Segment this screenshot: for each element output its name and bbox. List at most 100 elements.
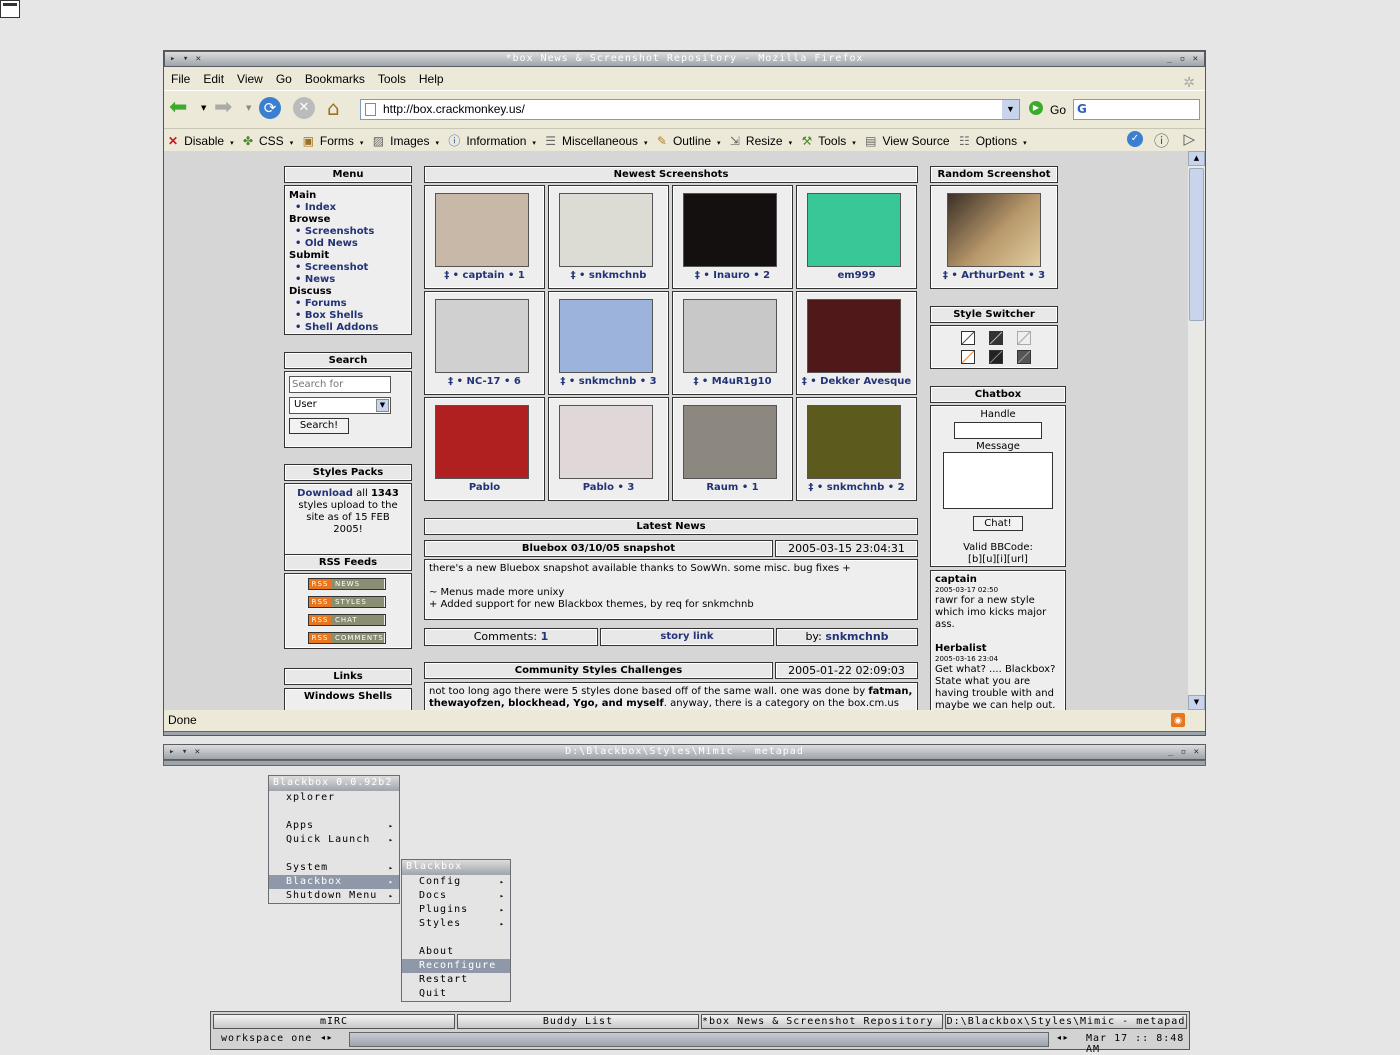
search-type-select[interactable]: User ▼ — [289, 397, 391, 414]
menu-bookmarks[interactable]: Bookmarks — [298, 68, 371, 86]
back-dropdown-icon[interactable]: ▼ — [201, 104, 206, 112]
styles-download-link[interactable]: Download — [297, 488, 353, 499]
screenshot-thumbnail[interactable]: ‡ • M4uR1g10 — [672, 291, 793, 395]
screenshot-caption[interactable]: Pablo • 3 — [549, 482, 668, 493]
root-menu-item[interactable]: Apps ▸ — [269, 819, 399, 833]
workspace-arrows-icon[interactable]: ◂ ▸ — [321, 1033, 332, 1042]
screenshot-image[interactable] — [683, 405, 777, 479]
menu-edit[interactable]: Edit — [196, 68, 230, 86]
rss-chat-button[interactable]: RSS CHAT — [308, 614, 386, 626]
menu-link-old-news[interactable]: • Old News — [289, 238, 407, 250]
blackbox-submenu-item[interactable]: About — [402, 945, 510, 959]
scroll-thumb[interactable] — [1189, 168, 1204, 321]
menu-help[interactable]: Help — [412, 68, 450, 86]
rss-news-button[interactable]: RSS NEWS — [308, 578, 386, 590]
firefox-bottom-handle[interactable] — [164, 731, 1205, 735]
vertical-scrollbar[interactable]: ▲ ▼ — [1188, 151, 1205, 710]
forward-arrow-icon[interactable]: ➡ — [214, 97, 232, 119]
menu-link-box-shells[interactable]: • Box Shells — [289, 310, 407, 322]
menu-tools[interactable]: Tools — [371, 68, 412, 86]
scroll-up-icon[interactable]: ▲ — [1188, 151, 1205, 166]
screenshot-thumbnail[interactable]: em999 — [796, 185, 917, 289]
screenshot-image[interactable] — [435, 405, 529, 479]
style-dark-swatch[interactable] — [989, 331, 1003, 345]
screenshot-caption[interactable]: em999 — [797, 270, 916, 281]
stop-icon[interactable]: ✕ — [293, 97, 315, 119]
message-textarea[interactable] — [943, 452, 1053, 509]
screenshot-caption[interactable]: ‡ • Inauro • 2 — [673, 270, 792, 281]
rss-comments-button[interactable]: RSS COMMENTS — [308, 632, 386, 644]
task-button-metapad[interactable]: D:\Blackbox\Styles\Mimic - metapad — [945, 1014, 1187, 1029]
screenshot-thumbnail[interactable]: ‡ • captain • 1 — [424, 185, 545, 289]
blackbox-submenu-item[interactable]: Config ▸ — [402, 875, 510, 889]
screenshot-image[interactable] — [435, 299, 529, 373]
random-screenshot-caption[interactable]: ‡ • ArthurDent • 3 — [931, 270, 1057, 281]
screenshot-thumbnail[interactable]: ‡ • NC-17 • 6 — [424, 291, 545, 395]
story-link[interactable]: story link — [660, 631, 713, 642]
wd-miscellaneous[interactable]: Miscellaneous — [558, 131, 640, 148]
style-light-swatch[interactable] — [961, 331, 975, 345]
screenshot-thumbnail[interactable]: ‡ • snkmchnb • 3 — [548, 291, 669, 395]
metapad-controls[interactable]: _ ▫ ✕ — [1168, 745, 1200, 759]
menu-link-index[interactable]: • Index — [289, 202, 407, 214]
root-menu-item[interactable]: Shutdown Menu ▸ — [269, 889, 399, 903]
blackbox-submenu-item[interactable]: Docs ▸ — [402, 889, 510, 903]
menu-link-forums[interactable]: • Forums — [289, 298, 407, 310]
screenshot-thumbnail[interactable]: ‡ • Inauro • 2 — [672, 185, 793, 289]
screenshot-image[interactable] — [559, 405, 653, 479]
screenshot-thumbnail[interactable]: Pablo — [424, 397, 545, 501]
url-field[interactable]: http://box.crackmonkey.us/ ▼ — [360, 99, 1020, 120]
chat-button[interactable]: Chat! — [973, 516, 1023, 531]
window-arrows-icon[interactable]: ◂ ▸ — [1057, 1033, 1068, 1042]
scroll-down-icon[interactable]: ▼ — [1188, 695, 1205, 710]
screenshot-caption[interactable]: ‡ • M4uR1g10 — [673, 376, 792, 387]
comments-count-link[interactable]: 1 — [541, 630, 549, 643]
metapad-bottom-handle[interactable] — [163, 760, 1206, 766]
search-box[interactable]: G — [1073, 99, 1200, 120]
root-menu-item[interactable]: xplorer — [269, 791, 399, 805]
style-orange-swatch[interactable] — [961, 350, 975, 364]
metapad-titlebar[interactable]: ▸ ▾ ✕ D:\Blackbox\Styles\Mimic - metapad… — [163, 744, 1206, 760]
wd-disable[interactable]: Disable — [180, 131, 226, 148]
window-controls[interactable]: _ ▫ ✕ — [1167, 52, 1199, 66]
wd-css[interactable]: CSS — [255, 131, 286, 148]
screenshot-thumbnail[interactable]: ‡ • snkmchnb — [548, 185, 669, 289]
random-screenshot-image[interactable] — [947, 193, 1041, 267]
root-menu-item[interactable]: Quick Launch ▸ — [269, 833, 399, 847]
go-icon[interactable]: ▶ — [1029, 101, 1043, 115]
author-link[interactable]: snkmchnb — [825, 630, 888, 643]
screenshot-image[interactable] — [807, 193, 901, 267]
blackbox-submenu-item[interactable]: Plugins ▸ — [402, 903, 510, 917]
wd-options[interactable]: Options — [972, 131, 1019, 148]
metapad-menu-icons[interactable]: ▸ ▾ ✕ — [169, 745, 201, 759]
desktop-window-icon[interactable] — [0, 0, 20, 18]
screenshot-caption[interactable]: ‡ • NC-17 • 6 — [425, 376, 544, 387]
style-pale-swatch[interactable] — [1017, 331, 1031, 345]
screenshot-caption[interactable]: ‡ • snkmchnb — [549, 270, 668, 281]
screenshot-thumbnail[interactable]: Pablo • 3 — [548, 397, 669, 501]
firefox-titlebar[interactable]: ▸ ▾ ✕ *box News & Screenshot Repository … — [164, 51, 1205, 67]
window-menu-icons[interactable]: ▸ ▾ ✕ — [170, 52, 202, 66]
menu-file[interactable]: File — [164, 68, 196, 86]
screenshot-caption[interactable]: ‡ • snkmchnb • 2 — [797, 482, 916, 493]
screenshot-image[interactable] — [807, 299, 901, 373]
menu-link-news[interactable]: • News — [289, 274, 407, 286]
menu-link-screenshots[interactable]: • Screenshots — [289, 226, 407, 238]
wd-outline[interactable]: Outline — [669, 131, 713, 148]
screenshot-caption[interactable]: ‡ • snkmchnb • 3 — [549, 376, 668, 387]
blackbox-submenu-item[interactable]: Reconfigure — [402, 959, 510, 973]
wd-resize[interactable]: Resize — [742, 131, 785, 148]
forward-dropdown-icon[interactable]: ▼ — [246, 104, 251, 112]
blackbox-submenu-item[interactable]: Quit — [402, 987, 510, 1001]
blackbox-submenu-item[interactable]: Restart — [402, 973, 510, 987]
reload-icon[interactable]: ⟳ — [259, 97, 281, 119]
search-input[interactable] — [289, 376, 391, 393]
screenshot-image[interactable] — [807, 405, 901, 479]
info-circle-icon[interactable]: ⓘ — [1154, 130, 1169, 151]
task-button-firefox[interactable]: *box News & Screenshot Repository -... — [701, 1014, 943, 1029]
wd-forms[interactable]: Forms — [316, 131, 356, 148]
style-black-swatch[interactable] — [989, 350, 1003, 364]
screenshot-thumbnail[interactable]: Raum • 1 — [672, 397, 793, 501]
play-circle-icon[interactable]: ▷ — [1183, 130, 1195, 148]
wd-images[interactable]: Images — [386, 131, 431, 148]
